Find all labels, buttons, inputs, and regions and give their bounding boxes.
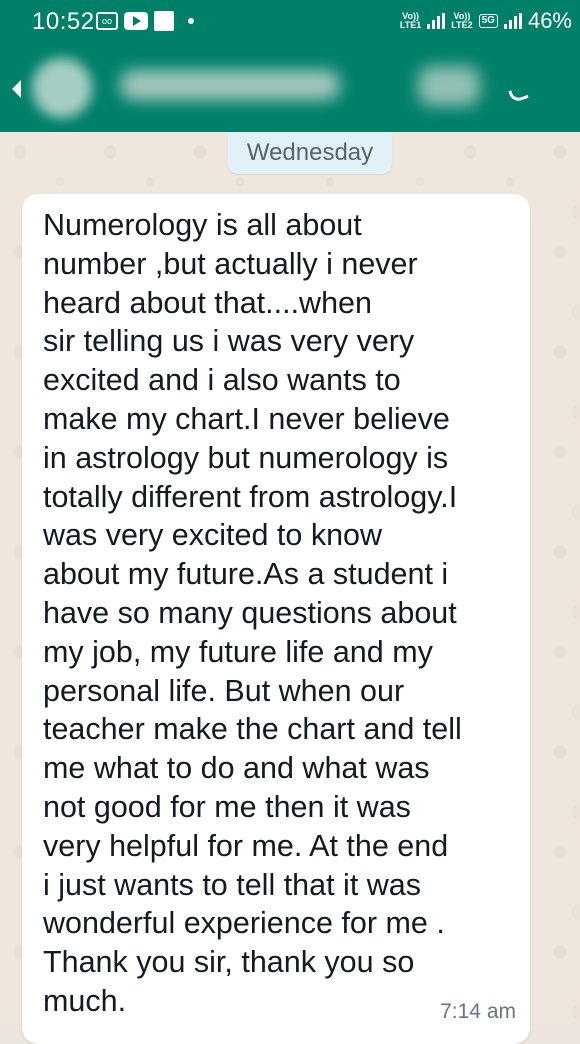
message-text: Numerology is all about number ,but actu… (43, 208, 462, 1018)
message-time: 7:14 am (440, 1000, 516, 1023)
lte1-indicator: Vo)) LTE1 (399, 11, 422, 30)
top-bar: 10:52 oo Vo)) LTE1 Vo)) LTE2 5G 46% (0, 0, 580, 132)
status-bar: 10:52 oo Vo)) LTE1 Vo)) LTE2 5G 46% (0, 0, 580, 44)
call-icon[interactable] (508, 85, 529, 104)
youtube-icon (124, 12, 148, 30)
network-type-badge: 5G (478, 14, 498, 28)
signal-icon (427, 13, 446, 29)
message-bubble[interactable]: Numerology is all about number ,but actu… (22, 194, 530, 1044)
date-label: Wednesday (246, 139, 374, 166)
video-call-icon[interactable] (418, 66, 480, 106)
status-icons-right: Vo)) LTE1 Vo)) LTE2 5G 46% (400, 8, 572, 34)
avatar[interactable] (32, 58, 92, 118)
signal-icon-2 (503, 13, 522, 29)
battery-percent: 46% (527, 8, 572, 33)
date-separator: Wednesday (228, 132, 392, 174)
caption-icon: oo (96, 12, 118, 30)
status-icons-left: oo (96, 11, 194, 31)
lte2-indicator: Vo)) LTE2 (451, 11, 473, 30)
contact-name[interactable] (120, 70, 340, 100)
message-icon (154, 11, 174, 31)
chat-header (0, 44, 580, 132)
status-time: 10:52 (32, 8, 95, 35)
notification-dot-icon (188, 18, 194, 24)
back-arrow-icon[interactable] (12, 80, 21, 98)
